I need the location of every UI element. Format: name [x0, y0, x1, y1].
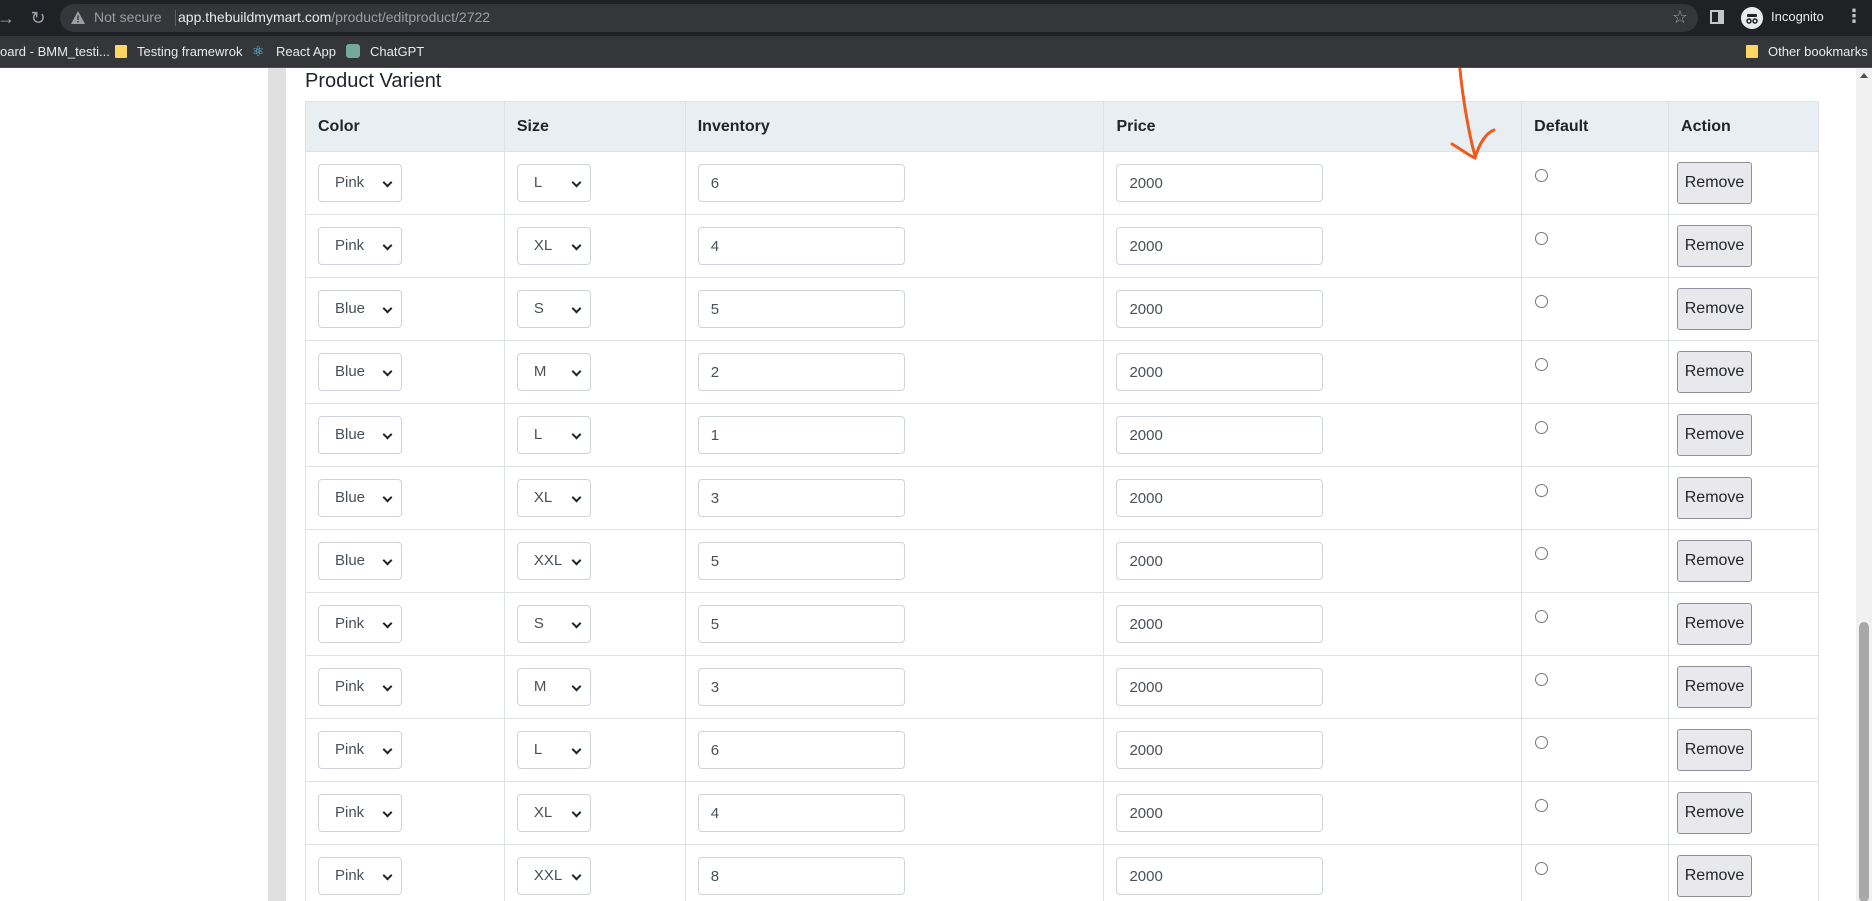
other-bookmarks[interactable]: Other bookmarks [1746, 42, 1868, 62]
bookmark-testing-framewrok[interactable]: Testing framewrok [115, 42, 242, 62]
bookmark-react-app[interactable]: ⚛ React App [252, 42, 336, 62]
not-secure-label[interactable]: Not secure [94, 9, 162, 25]
folder-icon [115, 45, 127, 58]
side-panel-icon[interactable] [1710, 10, 1724, 24]
bookmark-label: Testing framewrok [137, 44, 243, 59]
folder-icon [1746, 45, 1758, 58]
incognito-icon[interactable] [1741, 7, 1763, 29]
page-viewport: Product Varient Color Size Inventory Pri… [0, 68, 1872, 901]
react-icon: ⚛ [252, 43, 265, 59]
bookmarks-bar: oard - BMM_testi... Testing framewrok ⚛ R… [0, 36, 1872, 68]
chatgpt-icon [346, 44, 360, 58]
other-bookmarks-label: Other bookmarks [1768, 44, 1868, 59]
scrollbar-thumb[interactable] [1859, 622, 1869, 901]
bookmark-chatgpt[interactable]: ChatGPT [346, 42, 424, 62]
more-menu-icon[interactable]: ⋮ [1845, 6, 1863, 27]
address-bar[interactable]: Not secure app.thebuildmymart.com/produc… [60, 4, 1698, 32]
url-host: app.thebuildmymart.com [178, 9, 332, 25]
scroll-up-arrow-icon[interactable] [1860, 73, 1868, 78]
url-path: /product/editproduct/2722 [331, 9, 491, 25]
divider [175, 10, 176, 26]
vertical-scrollbar[interactable] [1856, 68, 1872, 901]
forward-icon[interactable]: → [0, 6, 18, 30]
bookmark-dashboard[interactable]: oard - BMM_testi... [0, 42, 110, 62]
warning-icon [71, 11, 85, 24]
bookmark-label: React App [276, 44, 336, 59]
bookmark-label: oard - BMM_testi... [0, 44, 110, 59]
incognito-label[interactable]: Incognito [1771, 9, 1824, 24]
reload-icon[interactable]: ↻ [26, 6, 50, 30]
browser-toolbar: → ↻ Not secure app.thebuildmymart.com/pr… [0, 0, 1872, 36]
bookmark-star-icon[interactable]: ☆ [1672, 7, 1688, 28]
bookmark-label: ChatGPT [370, 44, 425, 59]
annotation-arrow [1450, 68, 1496, 161]
url-text[interactable]: app.thebuildmymart.com/product/editprodu… [178, 9, 490, 25]
